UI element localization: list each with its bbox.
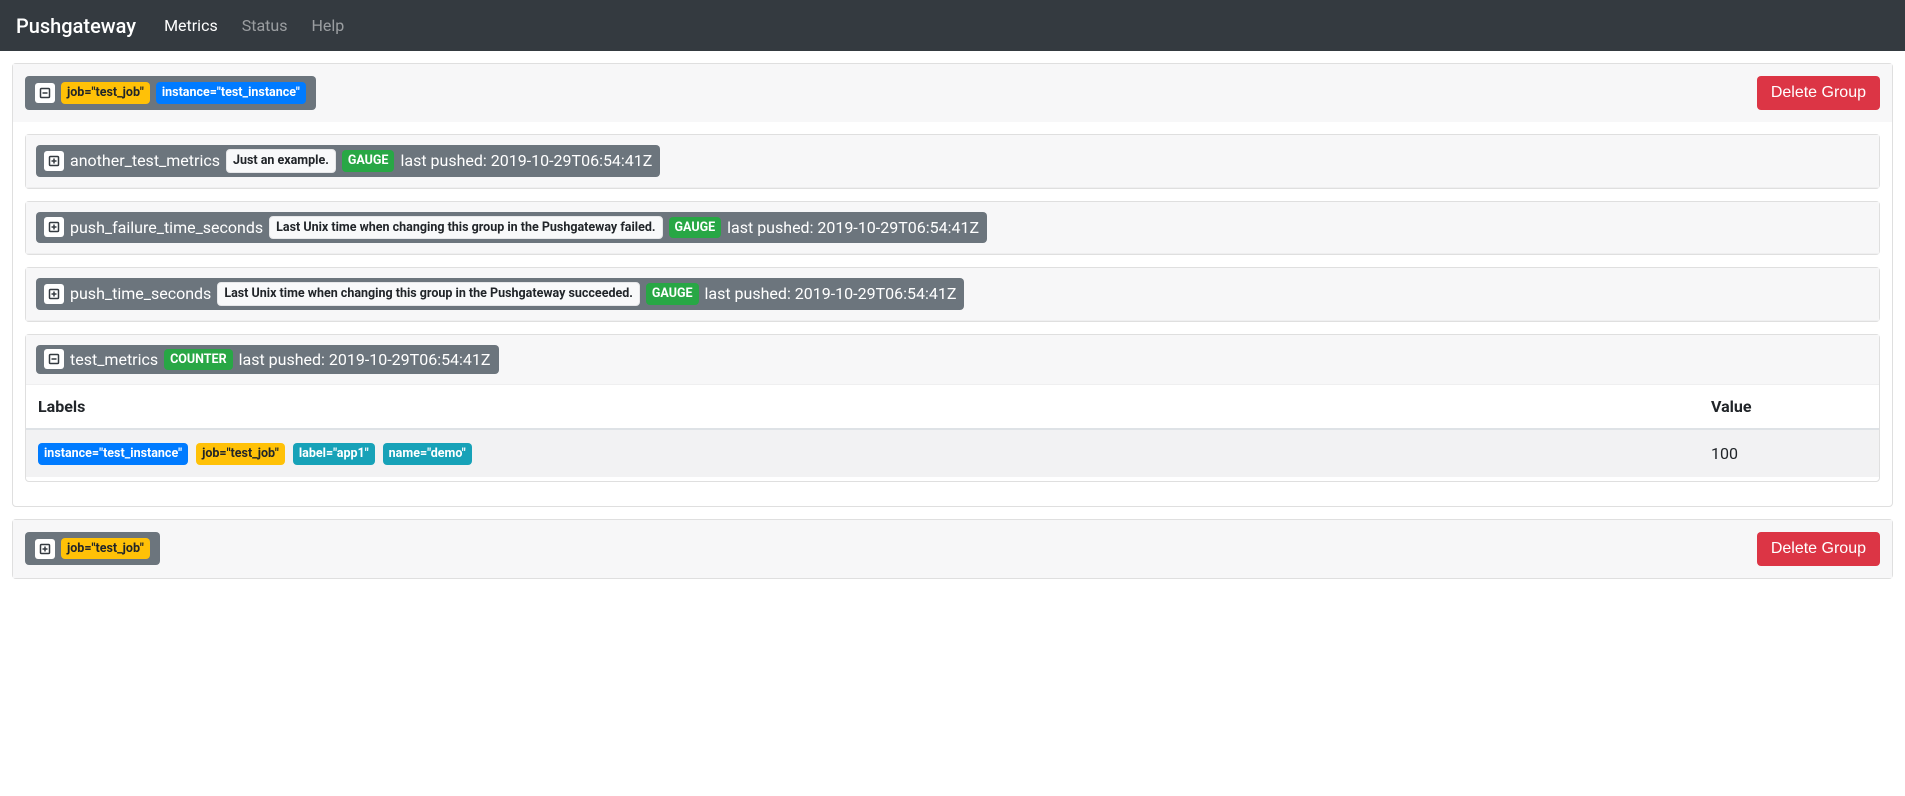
nav-link-status[interactable]: Status [230, 8, 300, 43]
metric-header: another_test_metrics Just an example. GA… [26, 135, 1879, 188]
metric-chip[interactable]: push_time_seconds Last Unix time when ch… [36, 278, 964, 310]
nav-link-metrics[interactable]: Metrics [152, 8, 230, 43]
metric-chip[interactable]: push_failure_time_seconds Last Unix time… [36, 212, 987, 244]
metric-last-pushed: last pushed: 2019-10-29T06:54:41Z [400, 151, 652, 170]
metric-name: push_failure_time_seconds [70, 218, 263, 237]
metric-header: push_failure_time_seconds Last Unix time… [26, 202, 1879, 255]
value-cell: 100 [1699, 429, 1879, 477]
table-header-labels: Labels [26, 385, 1699, 429]
metric-last-pushed: last pushed: 2019-10-29T06:54:41Z [727, 218, 979, 237]
metric-body: Labels Value instance="test_instance" jo… [26, 385, 1879, 481]
metric-card: another_test_metrics Just an example. GA… [25, 134, 1880, 189]
metric-help-badge: Just an example. [226, 149, 336, 173]
label-badge: label="app1" [293, 443, 375, 465]
navbar-brand[interactable]: Pushgateway [16, 14, 136, 38]
label-badge: instance="test_instance" [38, 443, 188, 465]
nav-link-help[interactable]: Help [299, 8, 356, 43]
label-badge: job="test_job" [196, 443, 285, 465]
collapse-icon[interactable] [44, 349, 64, 369]
delete-group-button[interactable]: Delete Group [1757, 76, 1880, 110]
metric-header: push_time_seconds Last Unix time when ch… [26, 268, 1879, 321]
label-badge-job: job="test_job" [61, 538, 150, 560]
delete-group-button[interactable]: Delete Group [1757, 532, 1880, 566]
label-badge-instance: instance="test_instance" [156, 82, 306, 104]
group-card: job="test_job" Delete Group [12, 519, 1893, 579]
expand-icon[interactable] [35, 539, 55, 559]
table-header-value: Value [1699, 385, 1879, 429]
metric-help-badge: Last Unix time when changing this group … [269, 216, 662, 240]
group-header: job="test_job" Delete Group [13, 520, 1892, 578]
metric-name: another_test_metrics [70, 151, 220, 170]
metric-type-badge: GAUGE [646, 283, 699, 305]
metric-name: push_time_seconds [70, 284, 211, 303]
metric-chip[interactable]: another_test_metrics Just an example. GA… [36, 145, 660, 177]
navbar: Pushgateway Metrics Status Help [0, 0, 1905, 51]
label-badge: name="demo" [383, 443, 472, 465]
group-label-chip[interactable]: job="test_job" [25, 532, 160, 566]
table-row: instance="test_instance" job="test_job" … [26, 429, 1879, 477]
metric-last-pushed: last pushed: 2019-10-29T06:54:41Z [705, 284, 957, 303]
metric-type-badge: GAUGE [342, 150, 395, 172]
metric-last-pushed: last pushed: 2019-10-29T06:54:41Z [239, 350, 491, 369]
metric-card: push_failure_time_seconds Last Unix time… [25, 201, 1880, 256]
metric-card: push_time_seconds Last Unix time when ch… [25, 267, 1880, 322]
collapse-icon[interactable] [35, 83, 55, 103]
metric-help-badge: Last Unix time when changing this group … [217, 282, 640, 306]
metric-type-badge: GAUGE [669, 217, 722, 239]
metric-header: test_metrics COUNTER last pushed: 2019-1… [26, 335, 1879, 386]
labels-cell: instance="test_instance" job="test_job" … [26, 429, 1699, 477]
metric-card: test_metrics COUNTER last pushed: 2019-1… [25, 334, 1880, 482]
expand-icon[interactable] [44, 217, 64, 237]
group-card: job="test_job" instance="test_instance" … [12, 63, 1893, 507]
expand-icon[interactable] [44, 284, 64, 304]
label-badge-job: job="test_job" [61, 82, 150, 104]
group-header: job="test_job" instance="test_instance" … [13, 64, 1892, 122]
group-body: another_test_metrics Just an example. GA… [13, 122, 1892, 506]
metric-type-badge: COUNTER [164, 349, 232, 371]
metric-name: test_metrics [70, 350, 158, 369]
main-container: job="test_job" instance="test_instance" … [0, 51, 1905, 603]
expand-icon[interactable] [44, 151, 64, 171]
metric-chip[interactable]: test_metrics COUNTER last pushed: 2019-1… [36, 345, 499, 375]
group-label-chip[interactable]: job="test_job" instance="test_instance" [25, 76, 316, 110]
metric-samples-table: Labels Value instance="test_instance" jo… [26, 385, 1879, 477]
